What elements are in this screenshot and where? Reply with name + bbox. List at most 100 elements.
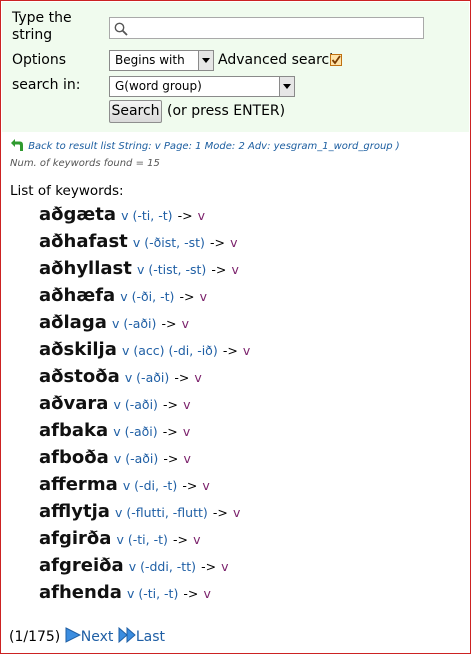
keyword-target-class: v (231, 262, 239, 277)
keyword-grammar: v (-flutti, -flutt) (115, 505, 208, 520)
keyword-headword[interactable]: afflytja (39, 501, 110, 522)
string-label-line-2: string (12, 27, 53, 43)
keyword-entry: afferma v (-di, -t) -> v (39, 471, 250, 498)
back-link-text: Back to result list String: v Page: 1 Mo… (28, 141, 400, 152)
options-label: Options (12, 52, 67, 68)
search-in-label: search in: (12, 77, 81, 93)
keyword-arrow: -> (163, 397, 179, 412)
keyword-headword[interactable]: aðhæfa (39, 285, 115, 306)
keyword-grammar: v (-ddi, -tt) (128, 559, 196, 574)
chevron-down-icon (279, 77, 294, 96)
last-page-link[interactable]: Last (118, 626, 165, 645)
keyword-grammar: v (-di, -t) (122, 478, 178, 493)
keyword-headword[interactable]: aðhafast (39, 231, 128, 252)
keyword-entry: aðhyllast v (-tist, -st) -> v (39, 255, 250, 282)
keyword-headword[interactable]: afgirða (39, 528, 111, 549)
keyword-headword[interactable]: aðhyllast (39, 258, 132, 279)
checkmark-icon (331, 55, 341, 65)
keyword-entry: aðlaga v (-aði) -> v (39, 309, 250, 336)
search-string-input[interactable] (132, 19, 417, 37)
keyword-target-class: v (193, 532, 201, 547)
keyword-headword[interactable]: afgreiða (39, 555, 124, 576)
last-arrow-icon (118, 626, 136, 644)
keyword-target-class: v (203, 586, 211, 601)
keyword-target-class: v (183, 451, 191, 466)
keyword-target-class: v (197, 208, 206, 223)
match-mode-select[interactable]: Begins with (109, 50, 214, 71)
advanced-search-label: Advanced search (218, 52, 339, 68)
keyword-entry: aðhæfa v (-ði, -t) -> v (39, 282, 250, 309)
keyword-headword[interactable]: aðstoða (39, 366, 120, 387)
keyword-arrow: -> (183, 586, 199, 601)
search-panel: Type the string Options Begins with Adva… (2, 2, 469, 132)
keyword-target-class: v (182, 424, 191, 439)
keyword-entry: aðstoða v (-aði) -> v (39, 363, 250, 390)
keyword-headword[interactable]: aðlaga (39, 312, 107, 333)
match-mode-value: Begins with (115, 53, 185, 67)
keyword-headword[interactable]: aðskilja (39, 339, 117, 360)
keyword-grammar: v (-ti, -t) (126, 586, 179, 601)
keyword-arrow: -> (172, 532, 188, 547)
keyword-target-class: v (242, 343, 251, 358)
keyword-grammar: v (-aði) (113, 451, 159, 466)
keyword-entry: afhenda v (-ti, -t) -> v (39, 579, 250, 606)
string-label-line-1: Type the (12, 10, 72, 26)
keyword-arrow: -> (212, 505, 228, 520)
keyword-headword[interactable]: afboða (39, 447, 109, 468)
keyword-target-class: v (202, 478, 210, 493)
keyword-arrow: -> (201, 559, 217, 574)
keyword-arrow: -> (162, 424, 178, 439)
last-page-label: Last (135, 629, 165, 645)
keyword-grammar: v (-ðist, -st) (132, 235, 205, 250)
keyword-target-class: v (183, 397, 191, 412)
keyword-entry: afboða v (-aði) -> v (39, 444, 250, 471)
search-in-select[interactable]: G(word group) (109, 76, 295, 97)
keyword-list: aðgæta v (-ti, -t) -> v aðhafast v (-ðist… (39, 201, 250, 606)
keyword-headword[interactable]: afbaka (39, 420, 108, 441)
keyword-entry: afgreiða v (-ddi, -tt) -> v (39, 552, 250, 579)
keyword-headword[interactable]: aðvara (39, 393, 108, 414)
keyword-target-class: v (230, 235, 238, 250)
next-page-label: Next (80, 629, 114, 645)
keyword-list-title: List of keywords: (10, 183, 124, 199)
keyword-arrow: -> (222, 343, 238, 358)
keyword-entry: aðskilja v (acc) (-di, -ið) -> v (39, 336, 250, 363)
keyword-grammar: v (-tist, -st) (136, 262, 207, 277)
keyword-grammar: v (-ti, -t) (116, 532, 168, 547)
keyword-headword[interactable]: afhenda (39, 582, 122, 603)
search-icon (114, 22, 128, 36)
next-arrow-icon (65, 627, 81, 643)
keyword-grammar: v (-aði) (113, 397, 158, 412)
keyword-grammar: v (-ti, -t) (121, 208, 173, 223)
keyword-target-class: v (181, 316, 189, 331)
keyword-headword[interactable]: afferma (39, 474, 118, 495)
keyword-grammar: v (-aði) (113, 424, 158, 439)
string-label: Type the string (12, 10, 72, 44)
keyword-entry: aðvara v (-aði) -> v (39, 390, 250, 417)
enter-hint: (or press ENTER) (167, 103, 286, 119)
keyword-target-class: v (232, 505, 241, 520)
search-in-value: G(word group) (115, 79, 202, 93)
next-page-link[interactable]: Next (65, 627, 118, 645)
keyword-grammar: v (-aði) (111, 316, 157, 331)
keyword-entry: aðhafast v (-ðist, -st) -> v (39, 228, 250, 255)
advanced-search-checkbox[interactable] (330, 54, 342, 66)
keyword-arrow: -> (161, 316, 177, 331)
chevron-down-icon (198, 51, 213, 70)
keyword-grammar: v (-aði) (124, 370, 170, 385)
keyword-entry: afbaka v (-aði) -> v (39, 417, 250, 444)
keyword-entry: afflytja v (-flutti, -flutt) -> v (39, 498, 250, 525)
keyword-grammar: v (-ði, -t) (120, 289, 175, 304)
keyword-headword[interactable]: aðgæta (39, 204, 116, 225)
back-to-results-link[interactable]: Back to result list String: v Page: 1 Mo… (10, 138, 470, 152)
keyword-target-class: v (199, 289, 207, 304)
keyword-arrow: -> (211, 262, 227, 277)
keyword-target-class: v (221, 559, 229, 574)
keyword-arrow: -> (210, 235, 225, 250)
keyword-entry: aðgæta v (-ti, -t) -> v (39, 201, 250, 228)
keyword-arrow: -> (179, 289, 195, 304)
page-position: (1/175) (9, 629, 61, 645)
keyword-arrow: -> (177, 208, 193, 223)
search-button[interactable]: Search (109, 100, 162, 123)
search-string-field[interactable] (109, 17, 424, 39)
